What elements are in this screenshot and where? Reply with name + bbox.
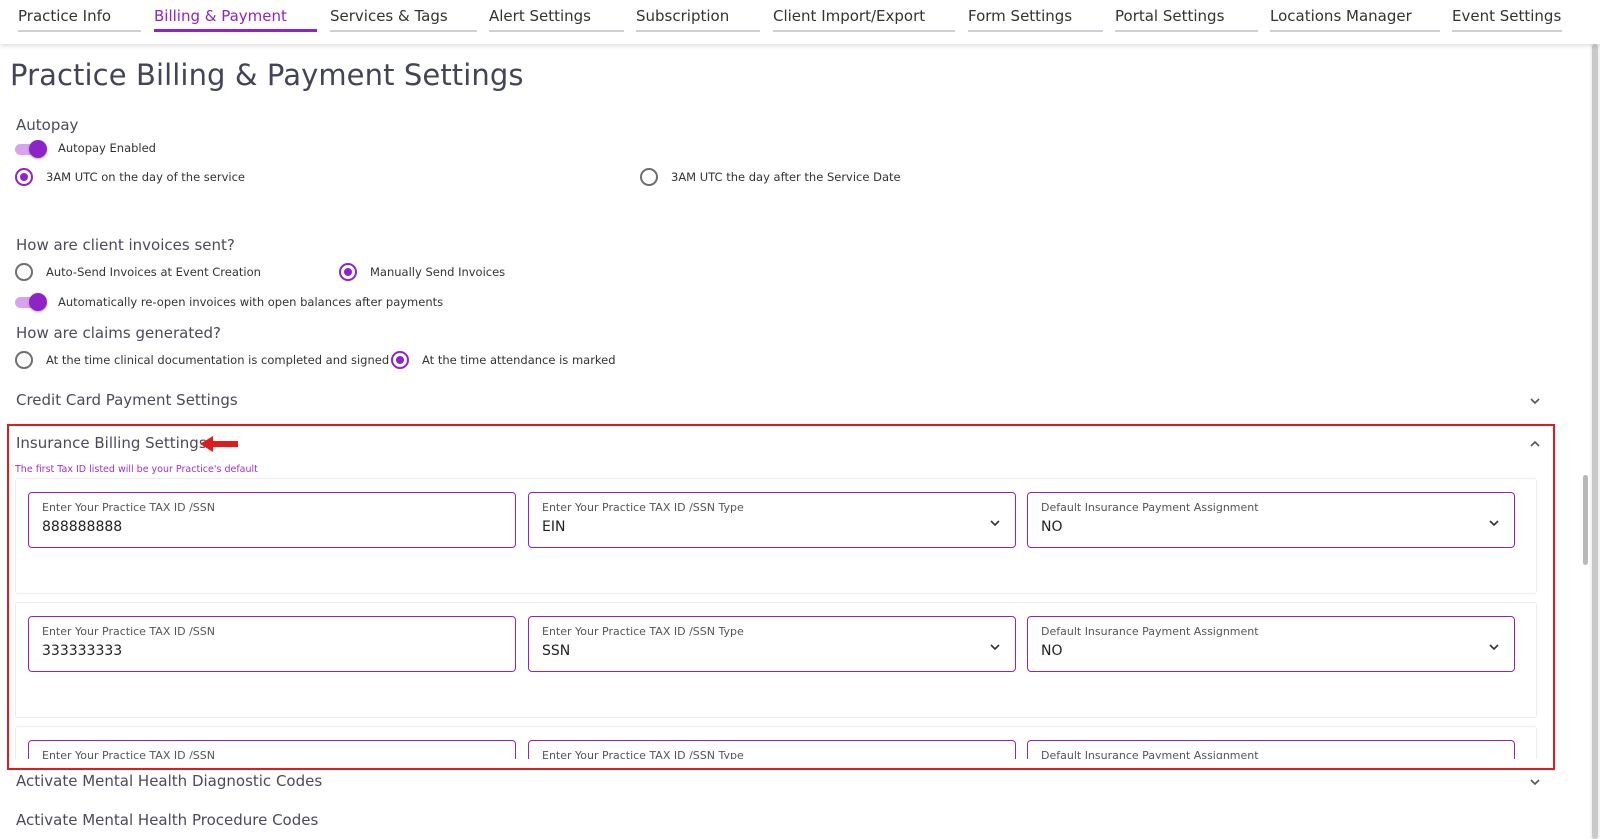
accordion-mental-health-procedure-codes[interactable]: Activate Mental Health Procedure Codes xyxy=(16,811,318,829)
field-value: NO xyxy=(1041,643,1063,659)
tax-id-input[interactable]: Enter Your Practice TAX ID /SSN xyxy=(28,740,516,759)
tab-label: Services & Tags xyxy=(330,7,448,25)
radio-autopay-day-after[interactable] xyxy=(640,168,658,186)
field-label: Default Insurance Payment Assignment xyxy=(1041,501,1259,514)
radio-manually-send-invoices[interactable] xyxy=(339,263,357,281)
field-label: Enter Your Practice TAX ID /SSN Type xyxy=(542,749,744,759)
toggle-knob xyxy=(29,140,47,158)
radio-label: Manually Send Invoices xyxy=(370,265,506,279)
radio-label: 3AM UTC on the day of the service xyxy=(46,170,245,184)
tab-label: Form Settings xyxy=(968,7,1073,25)
settings-tab-bar: Practice Info Billing & Payment Services… xyxy=(0,0,1600,44)
accordion-mental-health-diagnostic-codes[interactable]: Activate Mental Health Diagnostic Codes xyxy=(16,772,322,790)
chevron-down-icon[interactable] xyxy=(989,517,1001,529)
radio-label: 3AM UTC the day after the Service Date xyxy=(671,170,901,184)
scrollbar-thumb[interactable] xyxy=(1592,44,1598,839)
tab-practice-info[interactable]: Practice Info xyxy=(18,0,141,32)
claims-heading: How are claims generated? xyxy=(16,324,221,342)
tax-id-rows-container: Enter Your Practice TAX ID /SSN 88888888… xyxy=(9,478,1554,759)
field-value: 888888888 xyxy=(42,519,123,535)
tab-label: Alert Settings xyxy=(489,7,591,25)
autopay-toggle-label: Autopay Enabled xyxy=(58,141,156,155)
tab-label: Portal Settings xyxy=(1115,7,1225,25)
field-value: 333333333 xyxy=(42,643,123,659)
chevron-down-icon[interactable] xyxy=(1488,641,1500,653)
tax-id-type-select[interactable]: Enter Your Practice TAX ID /SSN Type EIN xyxy=(528,492,1016,548)
autopay-toggle[interactable] xyxy=(15,140,47,158)
page-title: Practice Billing & Payment Settings xyxy=(10,58,524,92)
tax-id-input[interactable]: Enter Your Practice TAX ID /SSN 33333333… xyxy=(28,616,516,672)
field-label: Enter Your Practice TAX ID /SSN Type xyxy=(542,501,744,514)
radio-label: At the time attendance is marked xyxy=(422,353,616,367)
tab-label: Event Settings xyxy=(1452,7,1562,25)
field-label: Enter Your Practice TAX ID /SSN xyxy=(42,625,215,638)
accordion-insurance-billing-settings[interactable]: Insurance Billing Settings xyxy=(16,434,207,452)
chevron-down-icon[interactable] xyxy=(989,641,1001,653)
payment-assignment-select[interactable]: Default Insurance Payment Assignment xyxy=(1027,740,1515,759)
toggle-knob xyxy=(29,293,47,311)
radio-auto-send-invoices[interactable] xyxy=(15,263,33,281)
chevron-down-icon[interactable] xyxy=(1528,394,1542,408)
tab-label: Locations Manager xyxy=(1270,7,1412,25)
tab-client-import-export[interactable]: Client Import/Export xyxy=(773,0,955,32)
field-value: SSN xyxy=(542,643,571,659)
field-label: Enter Your Practice TAX ID /SSN Type xyxy=(542,625,744,638)
default-tax-id-hint: The first Tax ID listed will be your Pra… xyxy=(15,464,258,475)
tab-label: Billing & Payment xyxy=(154,7,287,25)
tab-billing-payment[interactable]: Billing & Payment xyxy=(154,0,317,32)
tab-label: Practice Info xyxy=(18,7,112,25)
tab-label: Client Import/Export xyxy=(773,7,926,25)
tab-subscription[interactable]: Subscription xyxy=(636,0,760,32)
tab-label: Subscription xyxy=(636,7,730,25)
chevron-down-icon[interactable] xyxy=(1488,517,1500,529)
page-scrollbar[interactable] xyxy=(1590,44,1600,839)
tax-id-type-select[interactable]: Enter Your Practice TAX ID /SSN Type SSN xyxy=(528,616,1016,672)
tab-alert-settings[interactable]: Alert Settings xyxy=(489,0,624,32)
tab-event-settings[interactable]: Event Settings xyxy=(1452,0,1562,32)
radio-claims-documentation[interactable] xyxy=(15,351,33,369)
chevron-down-icon[interactable] xyxy=(1528,775,1542,789)
insurance-rows-scrollbar[interactable] xyxy=(1583,475,1588,565)
autopay-heading: Autopay xyxy=(16,116,79,134)
tab-form-settings[interactable]: Form Settings xyxy=(968,0,1103,32)
chevron-up-icon[interactable] xyxy=(1528,437,1542,451)
invoices-heading: How are client invoices sent? xyxy=(16,236,235,254)
tab-services-tags[interactable]: Services & Tags xyxy=(330,0,477,32)
field-label: Enter Your Practice TAX ID /SSN xyxy=(42,749,215,759)
red-arrow-annotation-icon xyxy=(200,436,238,452)
field-label: Default Insurance Payment Assignment xyxy=(1041,749,1259,759)
field-value: NO xyxy=(1041,519,1063,535)
radio-label: At the time clinical documentation is co… xyxy=(46,353,390,367)
accordion-credit-card-settings[interactable]: Credit Card Payment Settings xyxy=(16,391,238,409)
field-value: EIN xyxy=(542,519,566,535)
tax-id-type-select[interactable]: Enter Your Practice TAX ID /SSN Type xyxy=(528,740,1016,759)
field-label: Enter Your Practice TAX ID /SSN xyxy=(42,501,215,514)
tax-id-input[interactable]: Enter Your Practice TAX ID /SSN 88888888… xyxy=(28,492,516,548)
tab-locations-manager[interactable]: Locations Manager xyxy=(1270,0,1440,32)
payment-assignment-select[interactable]: Default Insurance Payment Assignment NO xyxy=(1027,616,1515,672)
tab-portal-settings[interactable]: Portal Settings xyxy=(1115,0,1258,32)
radio-claims-attendance[interactable] xyxy=(391,351,409,369)
reopen-invoices-label: Automatically re-open invoices with open… xyxy=(58,295,444,309)
radio-autopay-day-of-service[interactable] xyxy=(15,168,33,186)
radio-label: Auto-Send Invoices at Event Creation xyxy=(46,265,261,279)
payment-assignment-select[interactable]: Default Insurance Payment Assignment NO xyxy=(1027,492,1515,548)
field-label: Default Insurance Payment Assignment xyxy=(1041,625,1259,638)
reopen-invoices-toggle[interactable] xyxy=(15,293,47,311)
